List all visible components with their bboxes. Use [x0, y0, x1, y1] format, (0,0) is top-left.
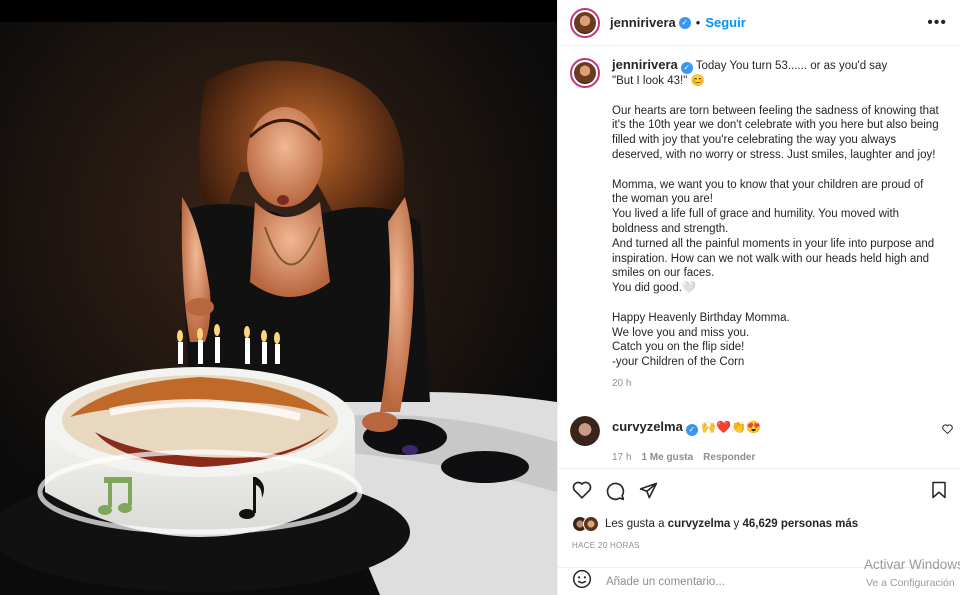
comment-likes[interactable]: 1 Me gusta — [641, 452, 693, 463]
share-paper-plane-icon[interactable] — [639, 481, 658, 505]
caption-text-block: jennirivera ✓ Today You turn 53...... or … — [612, 57, 939, 392]
likes-count-link[interactable]: 46,629 personas más — [742, 518, 858, 530]
post-photo-drawing — [0, 22, 557, 595]
commenter-avatar[interactable] — [570, 416, 600, 446]
caption-line: the woman you are! — [612, 193, 714, 206]
caption-line: You did good.🤍 — [612, 282, 697, 295]
comment-body: curvyzelma ✓ 🙌❤️👏😍 — [612, 419, 761, 436]
separator-dot: • — [695, 15, 701, 30]
caption-line: We love you and miss you. — [612, 326, 750, 339]
add-comment-input[interactable]: Añade un comentario... — [606, 576, 725, 588]
save-bookmark-icon[interactable] — [931, 481, 947, 504]
post-age: HACE 20 HORAS — [572, 541, 640, 550]
windows-activation-subtext: Ve a Configuración — [866, 577, 955, 589]
caption-line: it's the 10th year we don't celebrate wi… — [612, 119, 939, 132]
reply-button[interactable]: Responder — [703, 452, 755, 463]
commenter-username[interactable]: curvyzelma — [612, 419, 683, 434]
post-photo[interactable] — [0, 22, 557, 595]
caption-username[interactable]: jennirivera — [612, 57, 678, 72]
likes-summary: Les gusta a curvyzelma y 46,629 personas… — [572, 516, 858, 532]
verified-badge-icon: ✓ — [678, 16, 691, 29]
top-bar — [0, 0, 557, 22]
verified-badge-icon: ✓ — [680, 62, 693, 74]
caption-line: Today You turn 53...... or as you'd say — [695, 60, 888, 72]
caption-line: "But I look 43!" 😊 — [612, 75, 705, 87]
caption-line: -your Children of the Corn — [612, 356, 745, 369]
caption-line: You lived a life full of grace and humil… — [612, 208, 900, 221]
emoji-icon[interactable] — [572, 569, 592, 594]
comment-meta: 17 h 1 Me gusta Responder — [612, 452, 955, 463]
post-actions-bar — [558, 468, 960, 512]
likes-user-link[interactable]: curvyzelma — [668, 518, 731, 530]
likes-connector: y — [733, 518, 740, 530]
caption-line: smiles on our faces. — [612, 267, 715, 280]
caption-line: deserved, with no worry or stress. Just … — [612, 148, 936, 161]
caption-line: Catch you on the flip side! — [612, 341, 745, 354]
caption-line: Our hearts are torn between feeling the … — [612, 104, 939, 117]
more-options-icon[interactable]: ••• — [927, 14, 947, 32]
caption-line: Happy Heavenly Birthday Momma. — [612, 311, 790, 324]
caption-line: And turned all the painful moments in yo… — [612, 237, 935, 250]
caption-author-avatar[interactable] — [570, 58, 600, 88]
comment-text: 🙌❤️👏😍 — [701, 420, 761, 434]
post-side-panel: jennirivera ✓ • Seguir ••• jennirivera ✓ … — [557, 0, 960, 595]
like-heart-icon[interactable] — [572, 481, 592, 504]
comment-item: curvyzelma ✓ 🙌❤️👏😍 17 h 1 Me gusta Respon… — [570, 416, 955, 463]
caption-line: boldness and strength. — [612, 222, 729, 235]
likes-prefix: Les gusta a — [605, 518, 665, 530]
comment-bubble-icon[interactable] — [605, 481, 625, 506]
comment-time[interactable]: 17 h — [612, 452, 631, 463]
caption-line: inspiration. How can we not walk with ou… — [612, 252, 930, 265]
liker-avatar — [583, 516, 599, 532]
author-username[interactable]: jennirivera — [610, 15, 676, 30]
post-caption: jennirivera ✓ Today You turn 53...... or … — [570, 57, 955, 392]
author-avatar[interactable] — [570, 7, 600, 38]
caption-timestamp[interactable]: 20 h — [612, 377, 939, 392]
follow-button[interactable]: Seguir — [705, 15, 745, 30]
likes-text: Les gusta a curvyzelma y 46,629 personas… — [605, 518, 858, 530]
caption-line: filled with joy that you're celebrating … — [612, 134, 897, 147]
caption-line: Momma, we want you to know that your chi… — [612, 178, 924, 191]
windows-activation-watermark: Activar Windows — [864, 557, 960, 572]
post-header: jennirivera ✓ • Seguir ••• — [558, 0, 960, 46]
comment-like-heart-icon[interactable] — [942, 424, 953, 437]
verified-badge-icon: ✓ — [685, 424, 698, 436]
